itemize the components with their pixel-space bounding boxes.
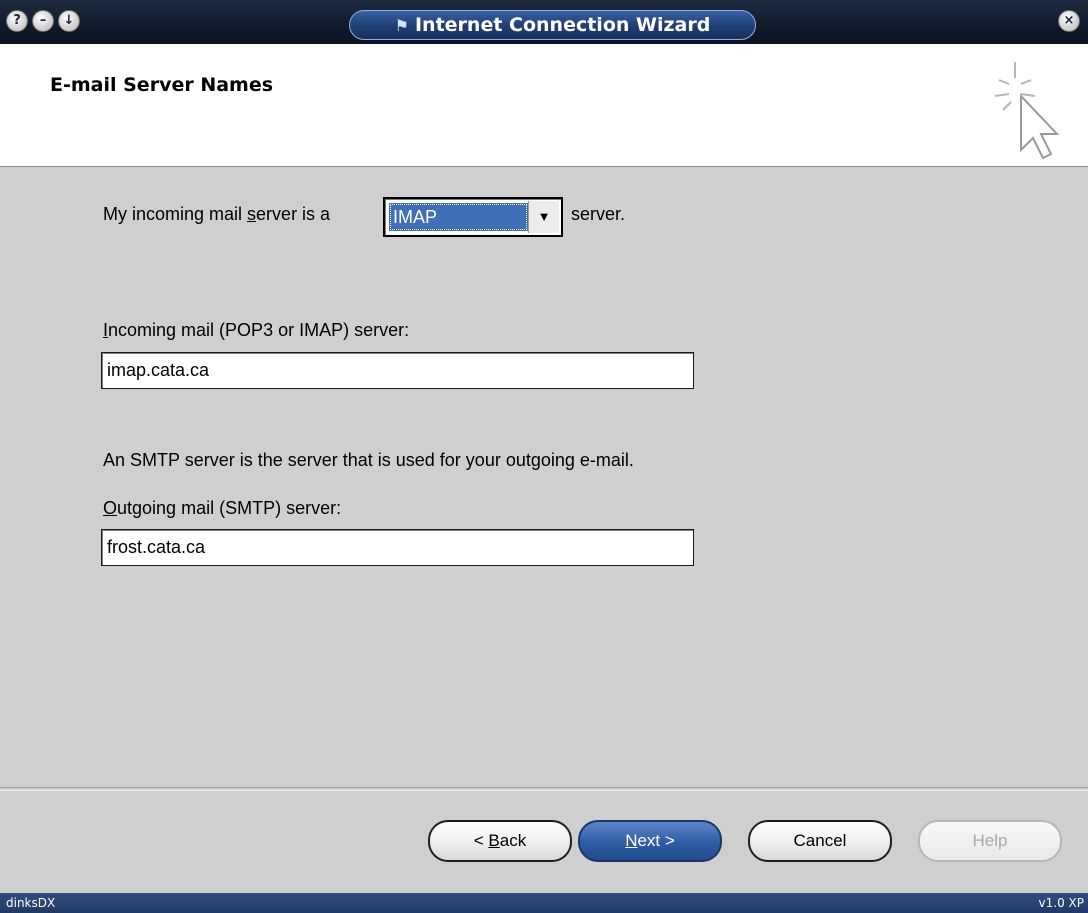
- windows-flag-icon: ⚑: [394, 16, 409, 35]
- footer-divider: [0, 787, 1088, 791]
- status-left-text: dinksDX: [6, 896, 56, 910]
- help-circle-icon[interactable]: ?: [6, 10, 28, 32]
- window-title: ⚑ Internet Connection Wizard: [349, 10, 756, 40]
- back-label-1: <: [473, 831, 489, 850]
- close-icon[interactable]: ×: [1058, 10, 1080, 32]
- wizard-header: E-mail Server Names: [0, 44, 1088, 167]
- outgoing-server-label: Outgoing mail (SMTP) server:: [103, 498, 341, 519]
- back-label-2: ack: [499, 831, 527, 850]
- wizard-body: My incoming mail server is a IMAP ▼ serv…: [0, 167, 1088, 787]
- smtp-note: An SMTP server is the server that is use…: [103, 450, 634, 470]
- server-type-label-text-2: erver is a: [256, 204, 331, 224]
- status-version: v1.0 XP: [1038, 896, 1084, 910]
- wizard-window: ? – ↓ ⚑ Internet Connection Wizard × E-ma…: [0, 0, 1088, 913]
- next-button[interactable]: Next >: [578, 820, 722, 862]
- next-label: ext >: [637, 831, 675, 850]
- outgoing-label-accel: O: [103, 498, 118, 518]
- dropdown-arrow-icon[interactable]: ▼: [528, 201, 559, 233]
- minimize-icon[interactable]: –: [32, 10, 54, 32]
- incoming-server-label: Incoming mail (POP3 or IMAP) server:: [103, 320, 409, 341]
- server-type-label: My incoming mail server is a: [103, 204, 330, 225]
- title-bar[interactable]: ? – ↓ ⚑ Internet Connection Wizard ×: [0, 0, 1088, 44]
- restore-icon[interactable]: ↓: [58, 10, 80, 32]
- page-title: E-mail Server Names: [50, 74, 274, 96]
- incoming-server-input[interactable]: imap.cata.ca: [101, 352, 694, 389]
- outgoing-label-text: utgoing mail (SMTP) server:: [117, 498, 342, 518]
- next-label-accel: N: [625, 831, 638, 850]
- window-title-text: Internet Connection Wizard: [414, 14, 711, 36]
- help-button[interactable]: Help: [918, 820, 1062, 862]
- server-type-label-accel: s: [247, 204, 257, 224]
- server-type-selected-value: IMAP: [389, 203, 528, 231]
- outgoing-server-input[interactable]: frost.cata.ca: [101, 529, 694, 566]
- incoming-label-text: ncoming mail (POP3 or IMAP) server:: [108, 320, 410, 340]
- server-type-label-text-1: My incoming mail: [103, 204, 248, 224]
- server-type-select[interactable]: IMAP ▼: [383, 197, 563, 237]
- status-bar: dinksDX v1.0 XP: [0, 893, 1088, 913]
- cancel-button[interactable]: Cancel: [748, 820, 892, 862]
- server-type-suffix: server.: [571, 204, 626, 224]
- wizard-cursor-sparkle-icon: [994, 62, 1060, 160]
- back-label-accel: B: [488, 831, 500, 850]
- back-button[interactable]: < Back: [428, 820, 572, 862]
